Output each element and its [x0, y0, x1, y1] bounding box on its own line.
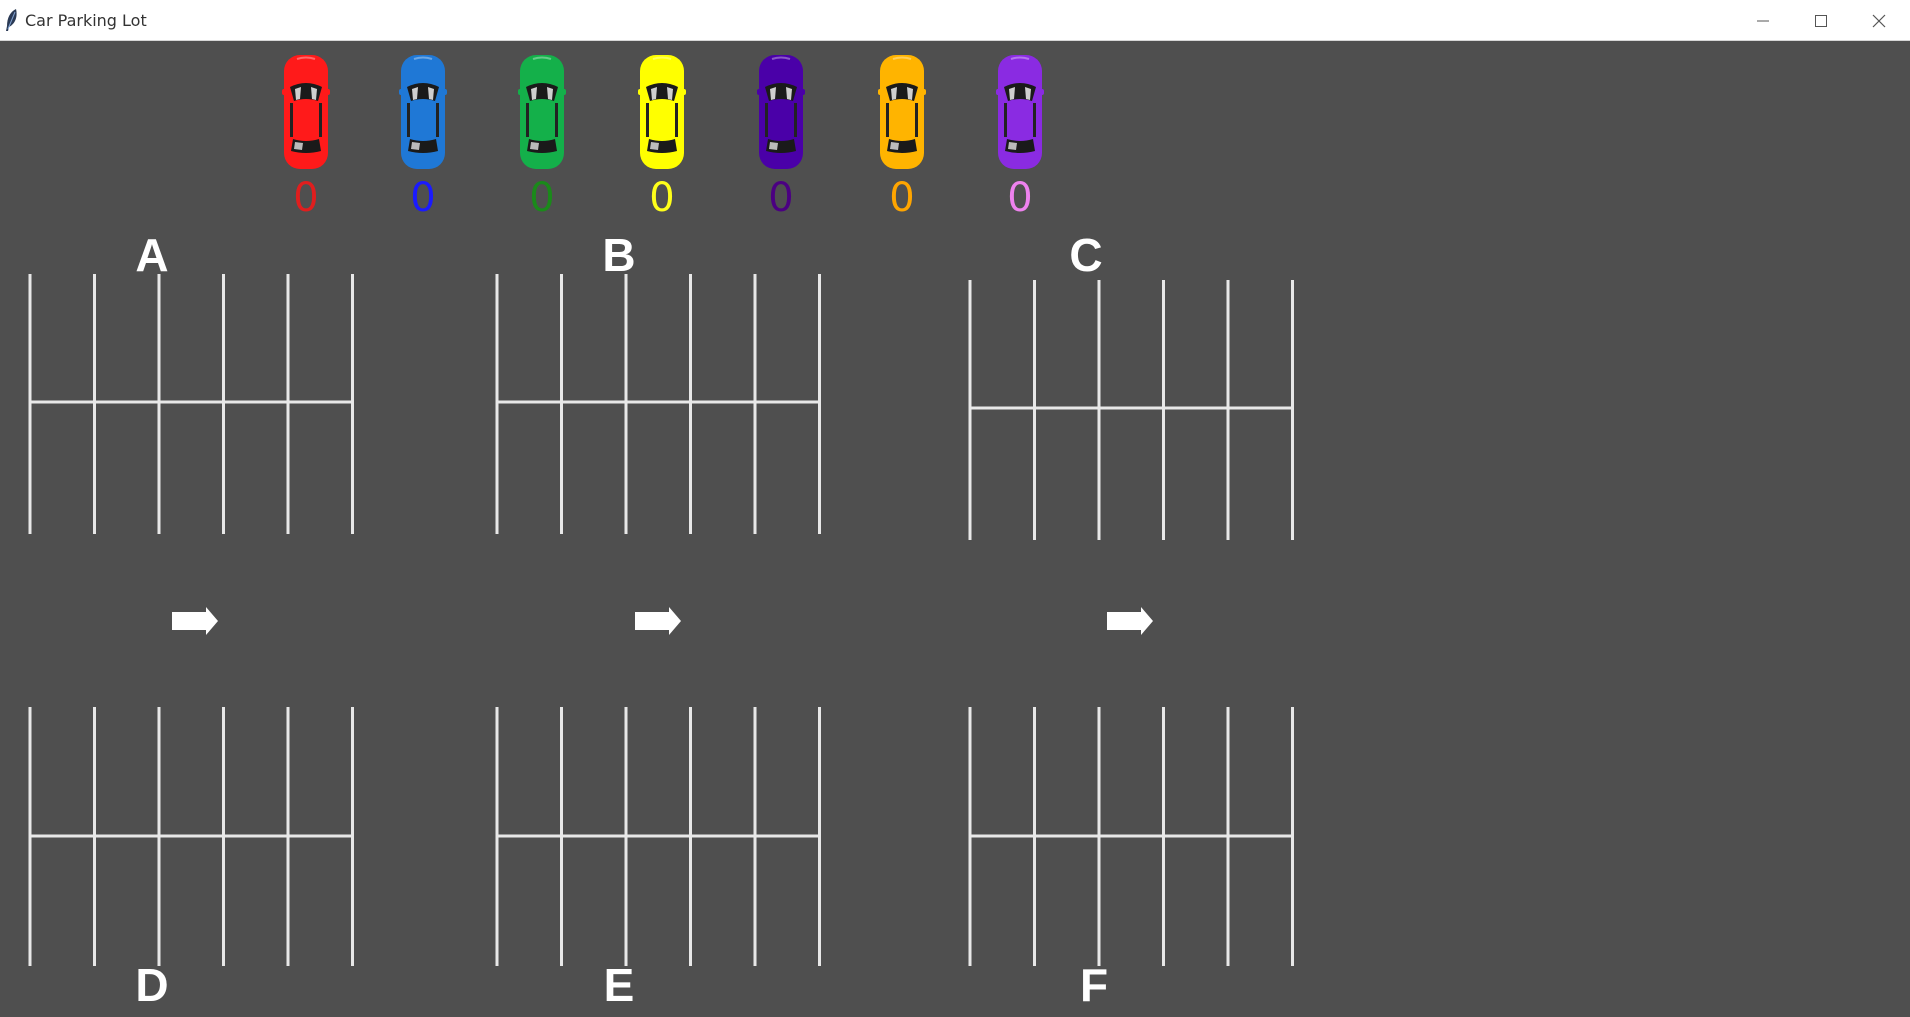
- close-button[interactable]: [1850, 0, 1908, 41]
- count-indigo: 0: [768, 175, 794, 221]
- lot-label-e: E: [603, 959, 635, 1011]
- car-green[interactable]: [517, 53, 567, 171]
- parking-lot-e: [495, 707, 821, 966]
- parking-lot-b: [495, 274, 821, 534]
- count-red: 0: [293, 175, 319, 221]
- minimize-icon: [1757, 20, 1769, 21]
- minimize-button[interactable]: [1734, 0, 1792, 41]
- parking-lot-c: [968, 280, 1294, 540]
- car-blue[interactable]: [398, 53, 448, 171]
- maximize-button[interactable]: [1792, 0, 1850, 41]
- parking-lot-a: [28, 274, 354, 534]
- lot-label-b: B: [602, 229, 636, 281]
- arrow-right-icon: [1107, 607, 1153, 635]
- arrow-right-icon: [635, 607, 681, 635]
- car-indigo[interactable]: [756, 53, 806, 171]
- count-orange: 0: [889, 175, 915, 221]
- car-yellow[interactable]: [637, 53, 687, 171]
- parking-lot-f: [968, 707, 1294, 966]
- maximize-icon: [1815, 14, 1827, 27]
- window-title: Car Parking Lot: [25, 11, 147, 30]
- count-green: 0: [529, 175, 555, 221]
- close-icon: [1872, 14, 1886, 27]
- count-yellow: 0: [649, 175, 675, 221]
- parking-canvas: 0 0 0 0 0 0 0 A B C D E F: [0, 41, 1910, 1017]
- lot-label-d: D: [135, 959, 169, 1011]
- car-orange[interactable]: [877, 53, 927, 171]
- car-violet[interactable]: [995, 53, 1045, 171]
- lot-label-c: C: [1069, 229, 1103, 281]
- lot-label-a: A: [135, 229, 169, 281]
- feather-icon: [6, 9, 17, 31]
- arrow-right-icon: [172, 607, 218, 635]
- parking-lot-d: [28, 707, 354, 966]
- count-blue: 0: [410, 175, 436, 221]
- title-bar: Car Parking Lot: [0, 0, 1910, 41]
- car-red[interactable]: [281, 53, 331, 171]
- lot-label-f: F: [1079, 959, 1109, 1011]
- count-violet: 0: [1007, 175, 1033, 221]
